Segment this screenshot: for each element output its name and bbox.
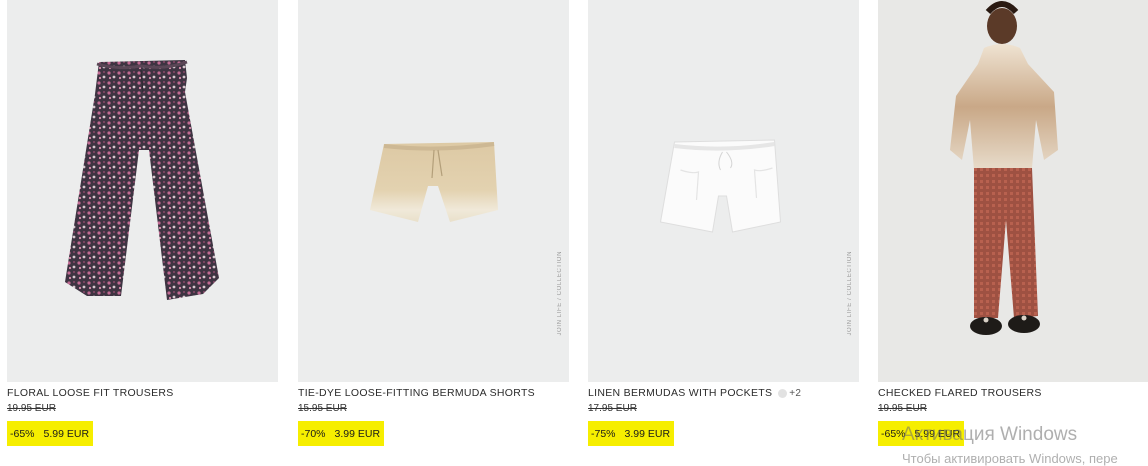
product-name-text[interactable]: FLORAL LOOSE FIT TROUSERS [7, 387, 174, 399]
floral-trousers-image [65, 60, 219, 300]
product-name[interactable]: LINEN BERMUDAS WITH POCKETS +2 [588, 387, 801, 399]
discount-percent: -65% [881, 427, 906, 440]
sale-price-badge: -65% 5.99 EUR [878, 421, 965, 446]
sale-price: 3.99 EUR [334, 427, 381, 440]
checked-trousers-model-image [950, 1, 1058, 335]
product-image[interactable]: JOIN LIFE / COLLECTION [298, 0, 569, 382]
product-image[interactable] [878, 0, 1148, 382]
sale-price: 5.99 EUR [43, 427, 90, 440]
collection-label: JOIN LIFE / COLLECTION [557, 251, 563, 336]
product-card[interactable]: JOIN LIFE / COLLECTION TIE-DYE LOOSE-FIT… [298, 0, 569, 466]
product-card[interactable]: CHECKED FLARED TROUSERS 19.95 EUR -65% 5… [878, 0, 1148, 466]
sale-price-badge: -65% 5.99 EUR [7, 421, 94, 446]
product-name-text[interactable]: CHECKED FLARED TROUSERS [878, 387, 1042, 399]
product-name[interactable]: TIE-DYE LOOSE-FITTING BERMUDA SHORTS [298, 387, 535, 399]
linen-bermudas-image [659, 139, 782, 233]
discount-percent: -65% [10, 427, 35, 440]
discount-percent: -75% [591, 427, 616, 440]
product-card[interactable]: FLORAL LOOSE FIT TROUSERS 19.95 EUR -65%… [7, 0, 278, 466]
original-price: 19.95 EUR [878, 403, 927, 414]
more-colors-count[interactable]: +2 [789, 388, 801, 399]
product-image[interactable]: JOIN LIFE / COLLECTION [588, 0, 859, 382]
tie-dye-shorts-image [370, 142, 498, 222]
product-image[interactable] [7, 0, 278, 382]
product-name[interactable]: CHECKED FLARED TROUSERS [878, 387, 1042, 399]
original-price: 17.95 EUR [588, 403, 637, 414]
product-name-text[interactable]: LINEN BERMUDAS WITH POCKETS [588, 387, 772, 399]
sale-price-badge: -70% 3.99 EUR [298, 421, 385, 446]
sale-price: 5.99 EUR [914, 427, 961, 440]
discount-percent: -70% [301, 427, 326, 440]
product-name-text[interactable]: TIE-DYE LOOSE-FITTING BERMUDA SHORTS [298, 387, 535, 399]
product-name[interactable]: FLORAL LOOSE FIT TROUSERS [7, 387, 174, 399]
original-price: 19.95 EUR [7, 403, 56, 414]
collection-label: JOIN LIFE / COLLECTION [847, 251, 853, 336]
product-card[interactable]: JOIN LIFE / COLLECTION LINEN BERMUDAS WI… [588, 0, 859, 466]
original-price: 15.95 EUR [298, 403, 347, 414]
color-swatch[interactable] [778, 388, 788, 398]
sale-price: 3.99 EUR [624, 427, 671, 440]
sale-price-badge: -75% 3.99 EUR [588, 421, 675, 446]
